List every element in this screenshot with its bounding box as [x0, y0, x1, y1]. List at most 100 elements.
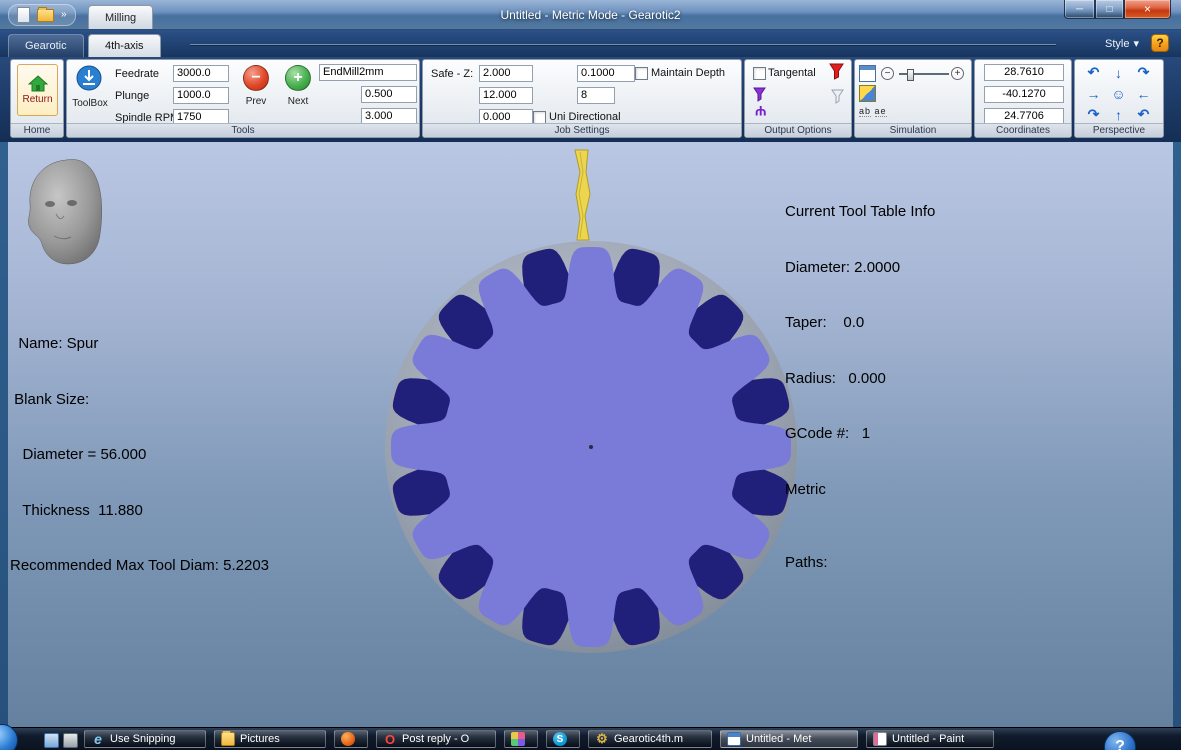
tool-units-line: Metric	[785, 481, 935, 500]
feedrate-label: Feedrate	[115, 68, 159, 80]
taskbar-button-snipping[interactable]: e Use Snipping	[84, 730, 206, 748]
chevron-down-icon: ▾	[1133, 37, 1139, 50]
group-caption-perspective: Perspective	[1075, 123, 1163, 137]
taskbar-button-untitled-metric[interactable]: Untitled - Met	[720, 730, 858, 748]
safe-z-field[interactable]: 2.000	[479, 65, 533, 82]
rotate-right-down-button[interactable]: ↷	[1081, 104, 1106, 125]
paths-label: Paths:	[785, 554, 935, 573]
purple-funnel-icon[interactable]	[753, 87, 766, 102]
ribbon-group-output-options: Tangental Ψ Output Options	[744, 59, 852, 138]
blank-size-line: Blank Size:	[10, 391, 269, 410]
red-funnel-icon[interactable]	[829, 63, 844, 80]
perspective-controls: ↶ ↓ ↷ → ☺ ← ↷ ↑ ↶	[1081, 62, 1156, 125]
pale-funnel-icon[interactable]	[831, 89, 844, 104]
plunge-field[interactable]: 1000.0	[173, 87, 229, 104]
window-title: Untitled - Metric Mode - Gearotic2	[0, 8, 1181, 22]
gear-icon: ⚙	[595, 732, 609, 746]
feedrate-field[interactable]: 3000.0	[173, 65, 229, 82]
window-frame: Name: Spur Blank Size: Diameter = 56.000…	[0, 142, 1181, 727]
orange-app-icon	[341, 732, 355, 746]
taskbar-label: Use Snipping	[110, 733, 175, 745]
taskbar-label: Gearotic4th.m	[614, 733, 683, 745]
taskbar-button-post-reply[interactable]: O Post reply - O	[376, 730, 496, 748]
head-model	[28, 159, 101, 264]
close-button[interactable]: ×	[1124, 0, 1171, 19]
rename-icon[interactable]: ab ae	[859, 106, 887, 116]
ribbon-tab-row: Gearotic 4th-axis Style ▾ ?	[0, 30, 1181, 57]
prev-label: Prev	[237, 96, 275, 107]
minus-icon: −	[251, 70, 260, 86]
tolerance-field[interactable]: 0.1000	[577, 65, 635, 82]
return-button[interactable]: Return	[17, 64, 58, 116]
ie-icon: e	[91, 732, 105, 746]
toolbox-icon	[75, 64, 103, 92]
taskbar-button-paint[interactable]: Untitled - Paint	[866, 730, 994, 748]
tool-table-info-text: Current Tool Table Info Diameter: 2.0000…	[785, 166, 935, 610]
folder-icon	[221, 732, 235, 746]
quick-launch-icon-1[interactable]	[44, 733, 59, 748]
zoom-in-icon[interactable]: +	[951, 67, 964, 80]
opera-icon: O	[383, 732, 397, 746]
tab-gearotic[interactable]: Gearotic	[8, 34, 84, 57]
ribbon-group-perspective: ↶ ↓ ↷ → ☺ ← ↷ ↑ ↶ Perspective	[1074, 59, 1164, 138]
rotate-left-down-button[interactable]: ↶	[1131, 104, 1156, 125]
coordinate-x-field[interactable]: 28.7610	[984, 64, 1064, 81]
depth-field[interactable]: 12.000	[479, 87, 533, 104]
taskbar-label: Post reply - O	[402, 733, 469, 745]
style-dropdown[interactable]: Style ▾	[1105, 37, 1139, 50]
minimize-button[interactable]: ─	[1064, 0, 1095, 19]
quick-launch-icon-2[interactable]	[63, 733, 78, 748]
maintain-depth-label: Maintain Depth	[651, 67, 725, 79]
simulation-window-icon[interactable]	[859, 65, 876, 82]
taskbar-label: Pictures	[240, 733, 280, 745]
taskbar-button-skype[interactable]: S	[546, 730, 580, 748]
tool-info-title: Current Tool Table Info	[785, 203, 935, 222]
prev-tool-button[interactable]: −	[243, 65, 269, 91]
ribbon-group-simulation: − + ab ae Simulation	[854, 59, 972, 138]
viewport-3d[interactable]: Name: Spur Blank Size: Diameter = 56.000…	[8, 142, 1173, 727]
tilt-down-button[interactable]: ↓	[1106, 62, 1131, 83]
safe-z-label: Safe - Z:	[431, 68, 473, 80]
blank-diameter-line: Diameter = 56.000	[10, 446, 269, 465]
taskbar-button-pictures[interactable]: Pictures	[214, 730, 326, 748]
plus-icon: +	[293, 70, 302, 86]
help-button[interactable]: ?	[1151, 34, 1169, 52]
slider-thumb[interactable]	[907, 69, 914, 81]
tilt-up-button[interactable]: ↑	[1106, 104, 1131, 125]
group-caption-simulation: Simulation	[855, 123, 971, 137]
simulation-layers-icon[interactable]	[859, 85, 876, 102]
maximize-button[interactable]: □	[1095, 0, 1124, 19]
home-icon	[28, 75, 48, 92]
maintain-depth-checkbox[interactable]	[635, 67, 648, 80]
reset-view-button[interactable]: ☺	[1106, 83, 1131, 104]
start-button[interactable]	[0, 724, 18, 750]
tool-gcode-line: GCode #: 1	[785, 425, 935, 444]
next-tool-button[interactable]: +	[285, 65, 311, 91]
pan-right-button[interactable]: →	[1081, 83, 1106, 104]
depth-per-pass-field[interactable]: 0.500	[361, 86, 417, 103]
taskbar-button-orange-app[interactable]	[334, 730, 368, 748]
group-caption-job-settings: Job Settings	[423, 123, 741, 137]
taskbar-items: e Use Snipping Pictures O Post reply - O…	[84, 730, 994, 748]
rotate-left-up-button[interactable]: ↶	[1081, 62, 1106, 83]
plunge-label: Plunge	[115, 90, 149, 102]
toolbox-button[interactable]	[75, 64, 105, 94]
skype-icon: S	[553, 732, 567, 746]
tool-name-field[interactable]: EndMill2mm	[319, 64, 417, 81]
purple-fork-icon[interactable]: Ψ	[755, 104, 766, 118]
group-caption-home: Home	[11, 123, 63, 137]
window-icon	[727, 732, 741, 746]
recommended-tool-line: Recommended Max Tool Diam: 5.2203	[10, 557, 269, 576]
pan-left-button[interactable]: ←	[1131, 83, 1156, 104]
coordinate-y-field[interactable]: -40.1270	[984, 86, 1064, 103]
tangental-checkbox[interactable]	[753, 67, 766, 80]
zoom-out-icon[interactable]: −	[881, 67, 894, 80]
help-orb-icon[interactable]: ?	[1104, 731, 1136, 750]
taskbar-button-gearotic[interactable]: ⚙ Gearotic4th.m	[588, 730, 712, 748]
passes-field[interactable]: 8	[577, 87, 615, 104]
tab-4th-axis[interactable]: 4th-axis	[88, 34, 161, 57]
rotate-right-up-button[interactable]: ↷	[1131, 62, 1156, 83]
tangental-label: Tangental	[768, 67, 816, 79]
gearotic-window: » Milling Untitled - Metric Mode - Gearo…	[0, 0, 1181, 750]
taskbar-button-grid-app[interactable]	[504, 730, 538, 748]
